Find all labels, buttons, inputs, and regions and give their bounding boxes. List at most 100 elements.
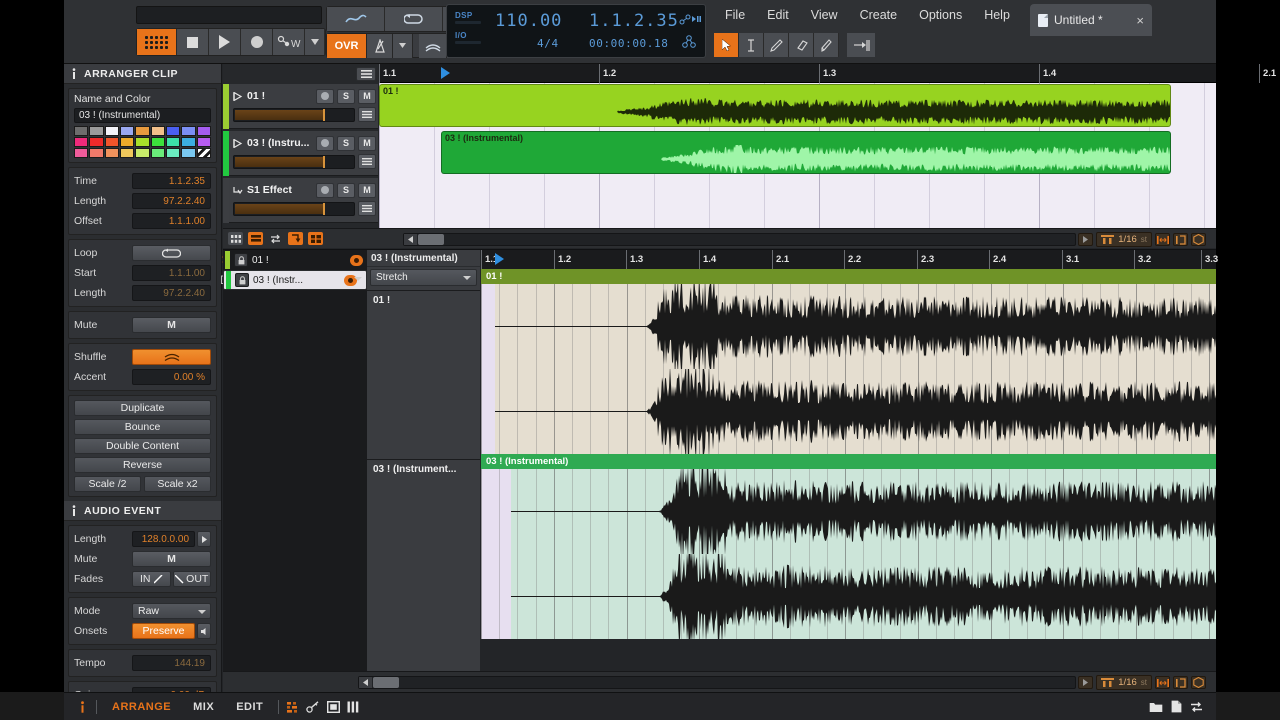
bend-tool[interactable] xyxy=(847,33,875,57)
color-swatch[interactable] xyxy=(89,137,104,147)
scrollbar-thumb[interactable] xyxy=(418,234,444,245)
swap-button[interactable] xyxy=(268,232,283,245)
drums-panel-button[interactable] xyxy=(283,699,303,715)
erase-tool[interactable] xyxy=(789,33,814,57)
dsp-performance-display[interactable]: DSP I/O 110.00 4/4 1.1.2.35 00:00:00.18 xyxy=(446,4,706,58)
lock-icon[interactable] xyxy=(234,253,248,267)
snap-button[interactable] xyxy=(1155,233,1170,246)
color-swatch[interactable] xyxy=(181,137,196,147)
audio-event-section-header[interactable]: AUDIO EVENT xyxy=(64,501,221,521)
volume-handle[interactable] xyxy=(322,108,325,121)
color-swatch[interactable] xyxy=(89,148,104,158)
event-mute-button[interactable]: M xyxy=(132,551,211,567)
arranger-clip-section-header[interactable]: ARRANGER CLIP xyxy=(64,64,221,84)
color-swatch[interactable] xyxy=(104,137,119,147)
track-list-menu-button[interactable] xyxy=(356,67,376,81)
metronome-setup-button[interactable] xyxy=(367,33,393,58)
editor-event-row[interactable]: 01 ! xyxy=(223,250,367,270)
stop-button[interactable] xyxy=(177,29,209,55)
arranger-playhead-marker[interactable] xyxy=(441,67,450,79)
range-tool[interactable] xyxy=(739,33,764,57)
metronome-button[interactable] xyxy=(137,29,177,55)
color-swatch[interactable] xyxy=(196,137,211,147)
editor-snap-button[interactable] xyxy=(1155,676,1170,689)
track-mute-button[interactable]: M xyxy=(358,135,376,151)
timecode-value[interactable]: 00:00:00.18 xyxy=(589,37,668,50)
mode-select[interactable]: Raw xyxy=(132,603,211,619)
scroll-left-button[interactable] xyxy=(404,234,417,245)
color-swatch[interactable] xyxy=(119,126,135,136)
track-menu-button[interactable] xyxy=(358,201,376,216)
mode-mix-button[interactable]: MIX xyxy=(182,701,225,713)
track-record-button[interactable] xyxy=(316,182,334,198)
shuffle-button[interactable] xyxy=(419,33,447,58)
editor-horizontal-scrollbar[interactable] xyxy=(358,676,1076,689)
shuffle-button[interactable] xyxy=(132,349,211,365)
track-volume-slider[interactable] xyxy=(233,201,355,216)
reverse-button[interactable]: Reverse xyxy=(74,457,211,473)
overdub-button[interactable]: OVR xyxy=(327,33,367,58)
eye-icon[interactable] xyxy=(350,254,363,266)
event-length-more-button[interactable] xyxy=(197,531,211,547)
waveform-lane[interactable]: 03 ! (Instrumental) xyxy=(481,454,1216,646)
track-menu-button[interactable] xyxy=(358,107,376,122)
editor-quantize-display[interactable]: 1/16 st xyxy=(1096,675,1152,690)
layout-button[interactable] xyxy=(308,232,323,245)
mode-edit-button[interactable]: EDIT xyxy=(225,701,274,713)
autopunch-button[interactable]: W xyxy=(273,29,305,55)
event-length-value[interactable]: 128.0.0.00 xyxy=(132,531,195,547)
track-header[interactable]: 03 ! (Instru... S M xyxy=(223,131,378,176)
color-swatch[interactable] xyxy=(135,148,150,158)
mixer-panel-button[interactable] xyxy=(343,699,363,715)
track-list-button[interactable] xyxy=(248,232,263,245)
menu-create[interactable]: Create xyxy=(849,0,909,30)
arrow-down-button[interactable] xyxy=(288,232,303,245)
record-button[interactable] xyxy=(241,29,273,55)
color-swatch-grid[interactable] xyxy=(74,126,211,158)
sync-link-icon[interactable] xyxy=(679,14,701,25)
audio-clip[interactable]: 03 ! (Instrumental) xyxy=(441,131,1171,174)
color-swatch[interactable] xyxy=(181,148,196,158)
track-solo-button[interactable]: S xyxy=(337,182,355,198)
scale-half-button[interactable]: Scale /2 xyxy=(74,476,141,492)
browse-file-button[interactable] xyxy=(1166,699,1186,715)
menu-view[interactable]: View xyxy=(800,0,849,30)
editor-panel-button[interactable] xyxy=(323,699,343,715)
editor-bracket-button[interactable] xyxy=(1173,676,1188,689)
editor-event-list[interactable]: 01 ! 03 ! (Instr... xyxy=(223,250,367,692)
scroll-right-button[interactable] xyxy=(1078,233,1094,246)
editor-playhead-marker[interactable] xyxy=(495,253,504,265)
loop-button[interactable] xyxy=(385,7,443,31)
track-record-button[interactable] xyxy=(316,135,334,151)
menu-help[interactable]: Help xyxy=(973,0,1021,30)
arranger-horizontal-scrollbar[interactable] xyxy=(403,233,1076,246)
color-swatch[interactable] xyxy=(150,137,165,147)
metronome-dropdown[interactable] xyxy=(393,33,413,58)
volume-handle[interactable] xyxy=(322,155,325,168)
fade-in-button[interactable]: IN xyxy=(132,571,171,587)
color-swatch[interactable] xyxy=(150,126,165,136)
track-header[interactable]: 01 ! S M xyxy=(223,84,378,129)
grid-view-button[interactable] xyxy=(228,232,243,245)
editor-event-row[interactable]: 03 ! (Instr... xyxy=(223,270,367,290)
color-swatch[interactable] xyxy=(74,126,89,136)
loop-length-value[interactable]: 97.2.2.40 xyxy=(132,285,211,301)
color-swatch[interactable] xyxy=(135,137,150,147)
color-swatch[interactable] xyxy=(150,148,165,158)
loop-toggle-button[interactable] xyxy=(132,245,211,261)
position-value[interactable]: 1.1.2.35 xyxy=(589,11,679,31)
mute-button[interactable]: M xyxy=(132,317,211,333)
track-header[interactable]: S1 Effect S M xyxy=(223,178,378,223)
loop-start-value[interactable]: 1.1.1.00 xyxy=(132,265,211,281)
browse-transfer-button[interactable] xyxy=(1186,699,1206,715)
color-swatch[interactable] xyxy=(119,137,135,147)
volume-handle[interactable] xyxy=(322,202,325,215)
transport-more-button[interactable] xyxy=(305,29,325,55)
color-swatch[interactable] xyxy=(165,126,181,136)
fade-out-button[interactable]: OUT xyxy=(172,571,211,587)
instrument-panel-button[interactable] xyxy=(303,699,323,715)
tempo-value[interactable]: 110.00 xyxy=(495,11,562,31)
lock-icon[interactable] xyxy=(235,273,249,287)
color-swatch[interactable] xyxy=(196,148,211,158)
color-swatch[interactable] xyxy=(181,126,196,136)
